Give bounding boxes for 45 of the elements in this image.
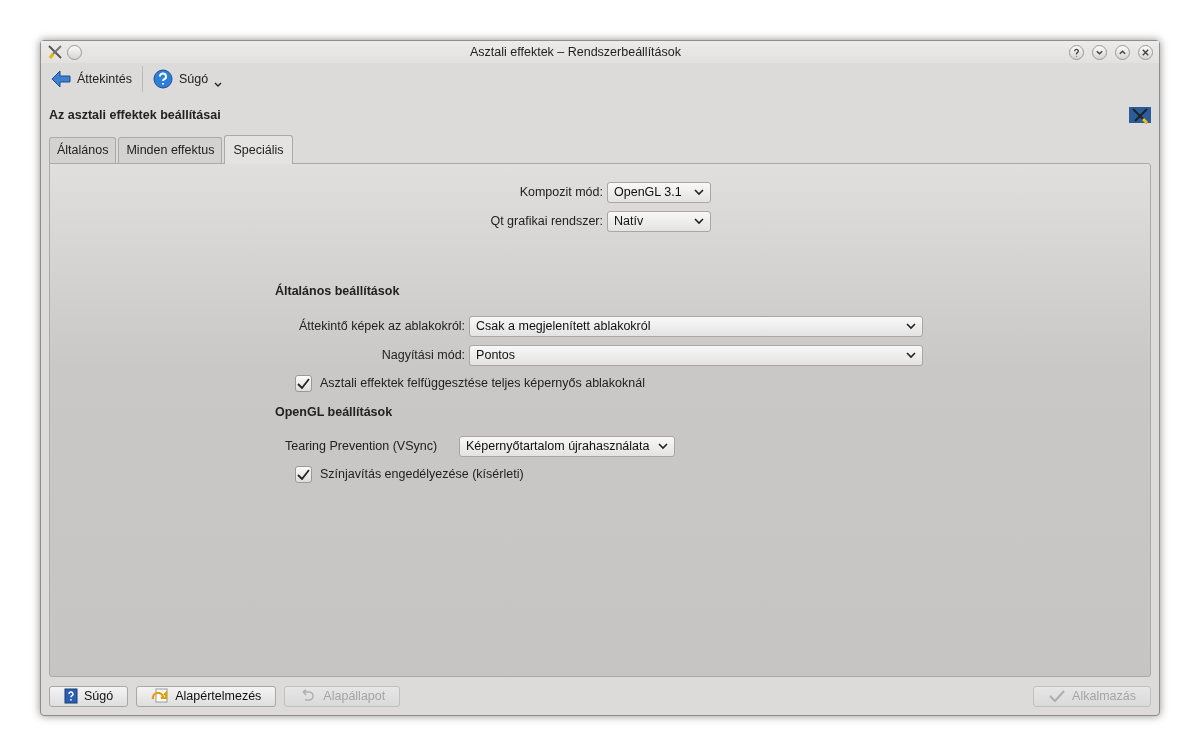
section-heading: OpenGL beállítások bbox=[275, 403, 394, 421]
field-label: Áttekintő képek az ablakokról: bbox=[298, 317, 466, 335]
tab[interactable]: Speciális bbox=[224, 135, 293, 164]
dropdown[interactable]: OpenGL 3.1 bbox=[607, 182, 711, 203]
dropdown[interactable]: Natív bbox=[607, 211, 711, 232]
help-button[interactable] bbox=[1069, 44, 1084, 60]
help-button[interactable]: Súgó bbox=[146, 66, 215, 92]
desktop-tools-icon bbox=[1129, 105, 1151, 125]
window-title: Asztali effektek – Rendszerbeállítások bbox=[469, 43, 682, 61]
chevron-down-icon bbox=[658, 443, 668, 451]
close-icon bbox=[1141, 47, 1150, 57]
help-button[interactable]: Súgó bbox=[49, 685, 129, 707]
tools-icon[interactable] bbox=[47, 44, 63, 60]
tab[interactable]: Minden effektus bbox=[118, 137, 223, 163]
section-heading: Általános beállítások bbox=[275, 282, 401, 300]
checkmark-icon bbox=[1048, 689, 1067, 703]
tab[interactable]: Általános bbox=[49, 137, 117, 163]
field-label: Kompozit mód: bbox=[518, 184, 603, 202]
back-button[interactable]: Áttekintés bbox=[45, 66, 138, 92]
help-book-icon bbox=[64, 688, 78, 704]
defaults-button[interactable]: Alapértelmezés bbox=[136, 685, 277, 707]
help-icon bbox=[152, 69, 173, 89]
dropdown[interactable]: Pontos bbox=[469, 344, 923, 366]
chevron-down-icon bbox=[694, 189, 704, 196]
minimize-button[interactable] bbox=[1092, 44, 1107, 60]
chevron-down-icon bbox=[906, 351, 916, 359]
field-label: Qt grafikai rendszer: bbox=[489, 213, 603, 231]
chevron-down-icon bbox=[694, 218, 704, 225]
dropdown[interactable]: Csak a megjelenített ablakokról bbox=[469, 315, 923, 337]
maximize-button[interactable] bbox=[1115, 44, 1130, 60]
dropdown-caret-icon[interactable] bbox=[214, 82, 223, 88]
field-label: Nagyítási mód: bbox=[380, 346, 466, 364]
undo-document-icon bbox=[151, 688, 170, 704]
question-mark-icon bbox=[1072, 47, 1081, 57]
checkbox-label: Asztali effektek felfüggesztése teljes képernyős ablakoknál bbox=[320, 374, 645, 392]
chevron-down-icon bbox=[906, 322, 916, 330]
checkbox-label: Színjavítás engedélyezése (kísérleti) bbox=[320, 466, 524, 484]
close-button[interactable] bbox=[1138, 44, 1153, 60]
page-heading: Az asztali effektek beállításai bbox=[49, 106, 221, 124]
back-arrow-icon bbox=[51, 70, 71, 88]
checkbox[interactable] bbox=[295, 374, 312, 392]
field-label: Tearing Prevention (VSync) bbox=[285, 438, 439, 456]
chevron-up-icon bbox=[1118, 47, 1127, 57]
dropdown[interactable]: Képernyőtartalom újrahasználata bbox=[459, 436, 675, 458]
checkbox[interactable] bbox=[295, 466, 312, 484]
